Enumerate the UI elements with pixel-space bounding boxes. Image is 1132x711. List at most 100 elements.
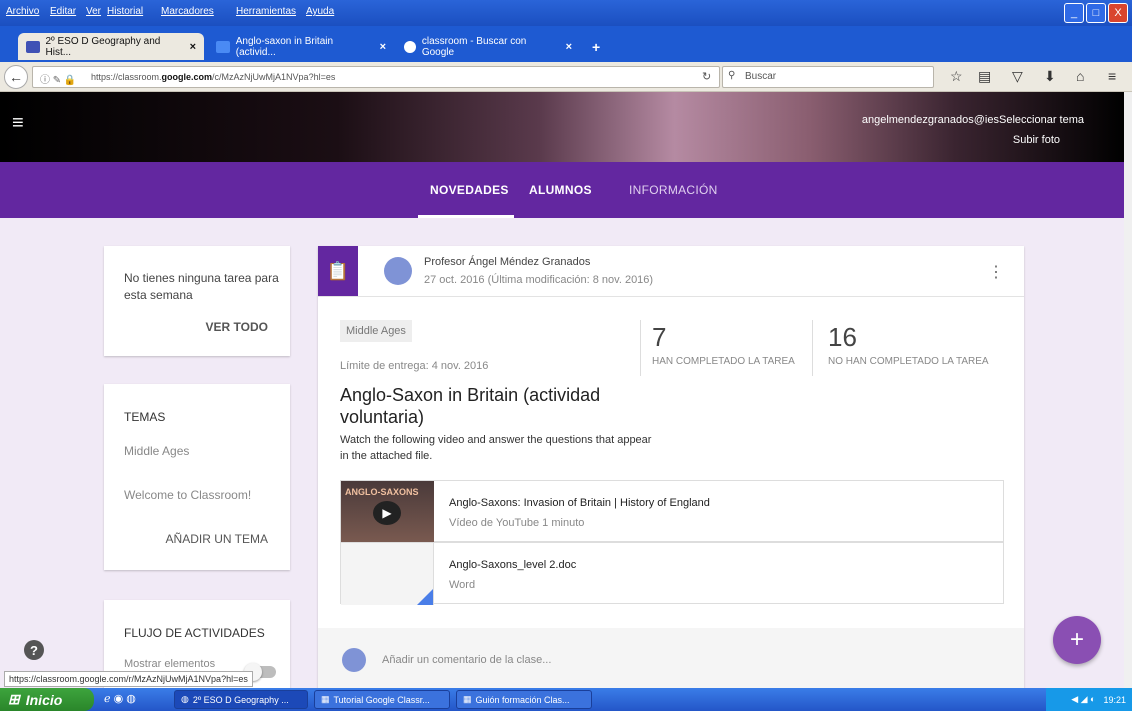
reading-list-icon[interactable]: ▤ (978, 68, 991, 85)
search-input[interactable]: Buscar (722, 66, 934, 88)
google-icon (404, 40, 416, 53)
menu-herramientas[interactable]: Herramientas (236, 6, 296, 17)
close-tab-icon[interactable]: × (566, 41, 572, 53)
tab-novedades[interactable]: NOVEDADES (430, 183, 509, 197)
thumbnail-text: ANGLO-SAXONS (345, 487, 419, 497)
menu-bar: Archivo Editar Ver Historial Marcadores … (0, 0, 1132, 26)
stream-title: FLUJO DE ACTIVIDADES (124, 626, 265, 640)
word-icon: ▦ (463, 694, 472, 704)
system-tray: ◀ ◢ ◐ 19:21 (1046, 688, 1132, 711)
taskbar-item-firefox[interactable]: ◍ 2º ESO D Geography ... (174, 690, 308, 709)
quick-launch-icons[interactable]: ℯ ◉ ◍ (104, 692, 136, 705)
select-theme-link[interactable]: Seleccionar tema (999, 114, 1084, 126)
file-attachment[interactable]: Anglo-Saxons_level 2.doc Word (340, 542, 1004, 605)
completed-label: HAN COMPLETADO LA TAREA (652, 356, 795, 367)
not-completed-label: NO HAN COMPLETADO LA TAREA (828, 356, 989, 367)
window-controls: _ □ X (1064, 3, 1128, 23)
menu-archivo[interactable]: Archivo (6, 6, 39, 17)
file-type: Word (449, 579, 476, 591)
download-icon[interactable]: ⬇ (1044, 68, 1056, 85)
taskbar-item-tutorial[interactable]: ▦ Tutorial Google Classr... (314, 690, 450, 709)
due-date: Límite de entrega: 4 nov. 2016 (340, 360, 489, 372)
post-date: 27 oct. 2016 (Última modificación: 8 nov… (424, 274, 654, 286)
topics-card: TEMAS Middle Ages Welcome to Classroom! … (104, 384, 290, 570)
windows-logo-icon: ⊞ (8, 691, 20, 707)
firefox-icon: ◍ (181, 694, 189, 704)
bookmark-star-icon[interactable]: ☆ (950, 68, 963, 85)
close-tab-icon[interactable]: × (380, 41, 386, 53)
close-window-button[interactable]: X (1108, 3, 1128, 23)
word-icon: ▦ (321, 694, 330, 704)
divider (812, 320, 813, 376)
menu-editar[interactable]: Editar (50, 6, 76, 17)
taskbar: ⊞ Inicio ℯ ◉ ◍ ◍ 2º ESO D Geography ... ▦ T… (0, 688, 1132, 711)
close-tab-icon[interactable]: × (190, 41, 196, 53)
info-lock-icon[interactable]: ⓘ ✎ 🔒 (40, 71, 76, 86)
back-button[interactable]: ← (4, 65, 28, 89)
active-tab-indicator (418, 215, 514, 218)
address-bar[interactable]: https://classroom.google.com/c/MzAzNjUwM… (32, 66, 720, 88)
account-email[interactable]: angelmendezgranados@iesSeleccionar tema (862, 114, 1084, 126)
pocket-icon[interactable]: ▽ (1012, 68, 1023, 85)
add-topic-button[interactable]: AÑADIR UN TEMA (166, 532, 268, 546)
divider (640, 320, 641, 376)
topic-item[interactable]: Welcome to Classroom! (124, 488, 251, 502)
menu-marcadores[interactable]: Marcadores (161, 6, 214, 17)
video-attachment[interactable]: ANGLO-SAXONS ▶ Anglo-Saxons: Invasion of… (340, 480, 1004, 543)
navigation-toolbar: ← https://classroom.google.com/c/MzAzNjU… (0, 62, 1132, 92)
document-thumbnail (341, 543, 434, 605)
assignment-description: Watch the following video and answer the… (340, 434, 652, 462)
divider (318, 296, 1024, 297)
assignment-title[interactable]: Anglo-Saxon in Britain (actividad volunt… (340, 384, 660, 428)
more-options-icon[interactable]: ⋮ (988, 262, 1004, 282)
taskbar-item-guion[interactable]: ▦ Guión formación Clas... (456, 690, 592, 709)
new-tab-button[interactable]: + (584, 33, 608, 60)
video-thumbnail: ANGLO-SAXONS ▶ (341, 481, 434, 543)
show-items-label: Mostrar elementos (124, 658, 216, 670)
class-nav: NOVEDADES ALUMNOS INFORMACIÓN (0, 162, 1124, 218)
topic-item[interactable]: Middle Ages (124, 444, 189, 458)
tab-informacion[interactable]: INFORMACIÓN (629, 183, 718, 197)
minimize-button[interactable]: _ (1064, 3, 1084, 23)
tab-anglo-saxon[interactable]: Anglo-saxon in Britain (activid... × (208, 33, 394, 60)
not-completed-count[interactable]: 16 (828, 322, 857, 353)
tab-classroom[interactable]: 2º ESO D Geography and Hist... × (18, 33, 204, 60)
tab-google-search[interactable]: classroom - Buscar con Google × (396, 33, 580, 60)
search-icon: ⚲ (728, 70, 736, 81)
word-corner-icon (417, 589, 433, 605)
clock: 19:21 (1103, 694, 1126, 705)
menu-icon[interactable]: ≡ (1108, 68, 1116, 84)
menu-ver[interactable]: Ver (86, 6, 101, 17)
menu-historial[interactable]: Historial (107, 6, 143, 17)
tab-label: classroom - Buscar con Google (421, 35, 527, 58)
status-url: https://classroom.google.com/r/MzAzNjUwM… (4, 671, 253, 687)
view-all-link[interactable]: VER TODO (206, 320, 268, 334)
scrollbar[interactable] (1124, 92, 1132, 688)
url-domain: google.com (161, 72, 213, 82)
topic-chip[interactable]: Middle Ages (340, 320, 412, 342)
help-icon[interactable]: ? (24, 640, 44, 660)
video-meta: Vídeo de YouTube 1 minuto (449, 517, 585, 529)
start-button[interactable]: ⊞ Inicio (0, 688, 94, 711)
post-author: Profesor Ángel Méndez Granados (424, 256, 591, 268)
hamburger-menu-icon[interactable]: ≡ (12, 112, 24, 135)
file-title: Anglo-Saxons_level 2.doc (449, 559, 577, 571)
completed-count[interactable]: 7 (652, 322, 666, 353)
menu-ayuda[interactable]: Ayuda (306, 6, 334, 17)
url-prefix: https://classroom. (91, 72, 162, 82)
comment-input[interactable]: Añadir un comentario de la clase... (382, 654, 551, 666)
tab-alumnos[interactable]: ALUMNOS (529, 183, 592, 197)
url-path: /c/MzAzNjUwMjA1NVpa?hl=es (212, 72, 336, 82)
add-button[interactable]: + (1053, 616, 1101, 664)
tab-label: Anglo-saxon in Britain (activid... (235, 35, 334, 58)
reload-icon[interactable]: ↻ (702, 70, 711, 83)
topics-title: TEMAS (124, 410, 166, 424)
avatar (342, 648, 366, 672)
maximize-button[interactable]: □ (1086, 3, 1106, 23)
home-icon[interactable]: ⌂ (1076, 68, 1084, 84)
document-icon (216, 40, 230, 53)
tab-label: 2º ESO D Geography and Hist... (45, 35, 161, 58)
tab-bar: 2º ESO D Geography and Hist... × Anglo-s… (0, 26, 1132, 62)
tray-icons[interactable]: ◀ ◢ ◐ (1071, 694, 1095, 705)
upload-photo-link[interactable]: Subir foto (1013, 134, 1060, 146)
